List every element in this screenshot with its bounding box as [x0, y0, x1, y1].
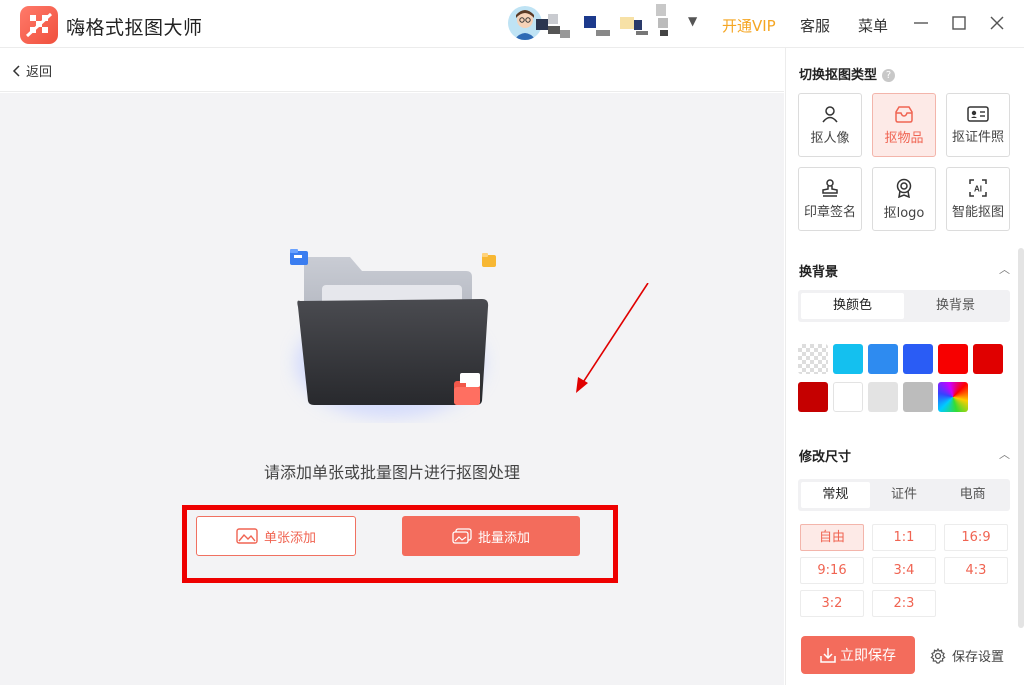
ratio-option[interactable]: 9:16 — [800, 557, 864, 584]
tab-change-color[interactable]: 换颜色 — [801, 293, 904, 319]
single-add-label: 单张添加 — [263, 530, 316, 546]
app-logo-icon — [20, 6, 58, 44]
swatch-color[interactable] — [903, 344, 933, 374]
type-card-portrait[interactable]: 抠人像 — [798, 93, 862, 157]
batch-add-button[interactable]: 批量添加 — [402, 516, 580, 556]
type-label: 智能抠图 — [951, 204, 1004, 220]
ratio-option[interactable]: 3:2 — [800, 590, 864, 617]
annotation-arrow-icon — [576, 283, 649, 393]
tab-change-background[interactable]: 换背景 — [904, 293, 1007, 319]
cutout-type-title: 切换抠图类型? — [799, 64, 896, 83]
ratio-option[interactable]: 4:3 — [944, 557, 1008, 584]
type-card-object[interactable]: 抠物品 — [872, 93, 936, 157]
upload-prompt: 请添加单张或批量图片进行抠图处理 — [263, 463, 520, 482]
sub-header: 返回 — [0, 48, 784, 92]
swatch-custom-gradient[interactable] — [938, 382, 968, 412]
save-settings-button[interactable]: 保存设置 — [930, 646, 1004, 665]
swatch-color[interactable] — [973, 344, 1003, 374]
back-button[interactable]: 返回 — [12, 61, 52, 80]
type-card-logo[interactable]: 抠logo — [872, 167, 936, 231]
account-dropdown-icon[interactable]: ▼ — [688, 14, 697, 28]
collapse-background-icon[interactable]: ︿ — [999, 261, 1010, 277]
cutout-type-title-text: 切换抠图类型 — [799, 68, 878, 83]
swatch-color[interactable] — [833, 382, 863, 412]
box-icon — [895, 105, 913, 123]
swatch-transparent[interactable] — [798, 344, 828, 374]
maximize-icon[interactable] — [948, 12, 970, 34]
single-add-button[interactable]: 单张添加 — [196, 516, 356, 556]
ratio-option[interactable]: 1:1 — [872, 524, 936, 551]
chevron-left-icon — [12, 64, 20, 77]
folder-illustration-icon — [280, 243, 500, 423]
stamp-icon — [822, 178, 838, 197]
app-window: 嗨格式抠图大师 ▼ 开通VIP 客服 菜单 返回 请添加单张或批量图片进行抠图处… — [0, 0, 1024, 685]
type-card-smart[interactable]: AI 智能抠图 — [946, 167, 1010, 231]
tab-id[interactable]: 证件 — [870, 482, 939, 508]
save-now-button[interactable]: 立即保存 — [801, 636, 915, 674]
save-settings-label: 保存设置 — [952, 650, 1005, 665]
swatch-color[interactable] — [938, 344, 968, 374]
ratio-option[interactable]: 2:3 — [872, 590, 936, 617]
download-icon — [820, 648, 836, 663]
background-tabs: 换颜色 换背景 — [798, 290, 1010, 322]
minimize-icon[interactable] — [910, 12, 932, 34]
type-label: 印章签名 — [803, 204, 856, 220]
customer-service-button[interactable]: 客服 — [800, 15, 830, 36]
ratio-option[interactable]: 自由 — [800, 524, 864, 551]
collapse-size-icon[interactable]: ︿ — [999, 446, 1010, 462]
person-icon — [822, 105, 838, 122]
size-tabs: 常规 证件 电商 — [798, 479, 1010, 511]
color-swatches — [798, 344, 1012, 412]
swatch-color[interactable] — [833, 344, 863, 374]
settings-panel: 切换抠图类型? 抠人像 抠物品 抠证件照 印章签名 抠logo AI 智能抠图 … — [785, 48, 1024, 685]
save-now-label: 立即保存 — [840, 648, 896, 664]
title-bar: 嗨格式抠图大师 ▼ 开通VIP 客服 菜单 — [0, 0, 1024, 48]
tab-ecommerce[interactable]: 电商 — [938, 482, 1007, 508]
batch-add-label: 批量添加 — [477, 530, 530, 546]
id-card-icon — [967, 105, 989, 122]
ratio-grid: 自由 1:1 16:9 9:16 3:4 4:3 3:2 2:3 — [800, 524, 1012, 617]
type-label: 抠物品 — [884, 130, 924, 146]
swatch-color[interactable] — [798, 382, 828, 412]
ratio-option[interactable]: 3:4 — [872, 557, 936, 584]
type-card-stamp[interactable]: 印章签名 — [798, 167, 862, 231]
swatch-color[interactable] — [903, 382, 933, 412]
type-label: 抠证件照 — [951, 129, 1004, 145]
upload-area[interactable]: 请添加单张或批量图片进行抠图处理 单张添加 批量添加 — [0, 93, 784, 685]
cutout-type-grid: 抠人像 抠物品 抠证件照 印章签名 抠logo AI 智能抠图 — [798, 93, 1012, 231]
close-icon[interactable] — [986, 12, 1008, 34]
back-label: 返回 — [26, 65, 53, 80]
ai-icon: AI — [969, 178, 987, 197]
panel-scrollbar[interactable] — [1018, 248, 1024, 628]
type-label: 抠人像 — [810, 130, 850, 146]
image-icon — [236, 528, 258, 544]
type-card-id-photo[interactable]: 抠证件照 — [946, 93, 1010, 157]
swatch-color[interactable] — [868, 344, 898, 374]
background-title: 换背景 — [799, 265, 839, 280]
app-title: 嗨格式抠图大师 — [66, 17, 203, 39]
badge-icon — [896, 178, 912, 198]
help-icon[interactable]: ? — [882, 69, 896, 82]
ratio-option[interactable]: 16:9 — [944, 524, 1008, 551]
swatch-color[interactable] — [868, 382, 898, 412]
type-label: 抠logo — [883, 205, 925, 221]
svg-text:AI: AI — [974, 184, 982, 193]
vip-button[interactable]: 开通VIP — [722, 15, 776, 36]
menu-button[interactable]: 菜单 — [858, 15, 888, 36]
size-title: 修改尺寸 — [799, 450, 852, 465]
tab-regular[interactable]: 常规 — [801, 482, 870, 508]
gear-icon — [930, 647, 946, 664]
images-icon — [452, 528, 472, 544]
